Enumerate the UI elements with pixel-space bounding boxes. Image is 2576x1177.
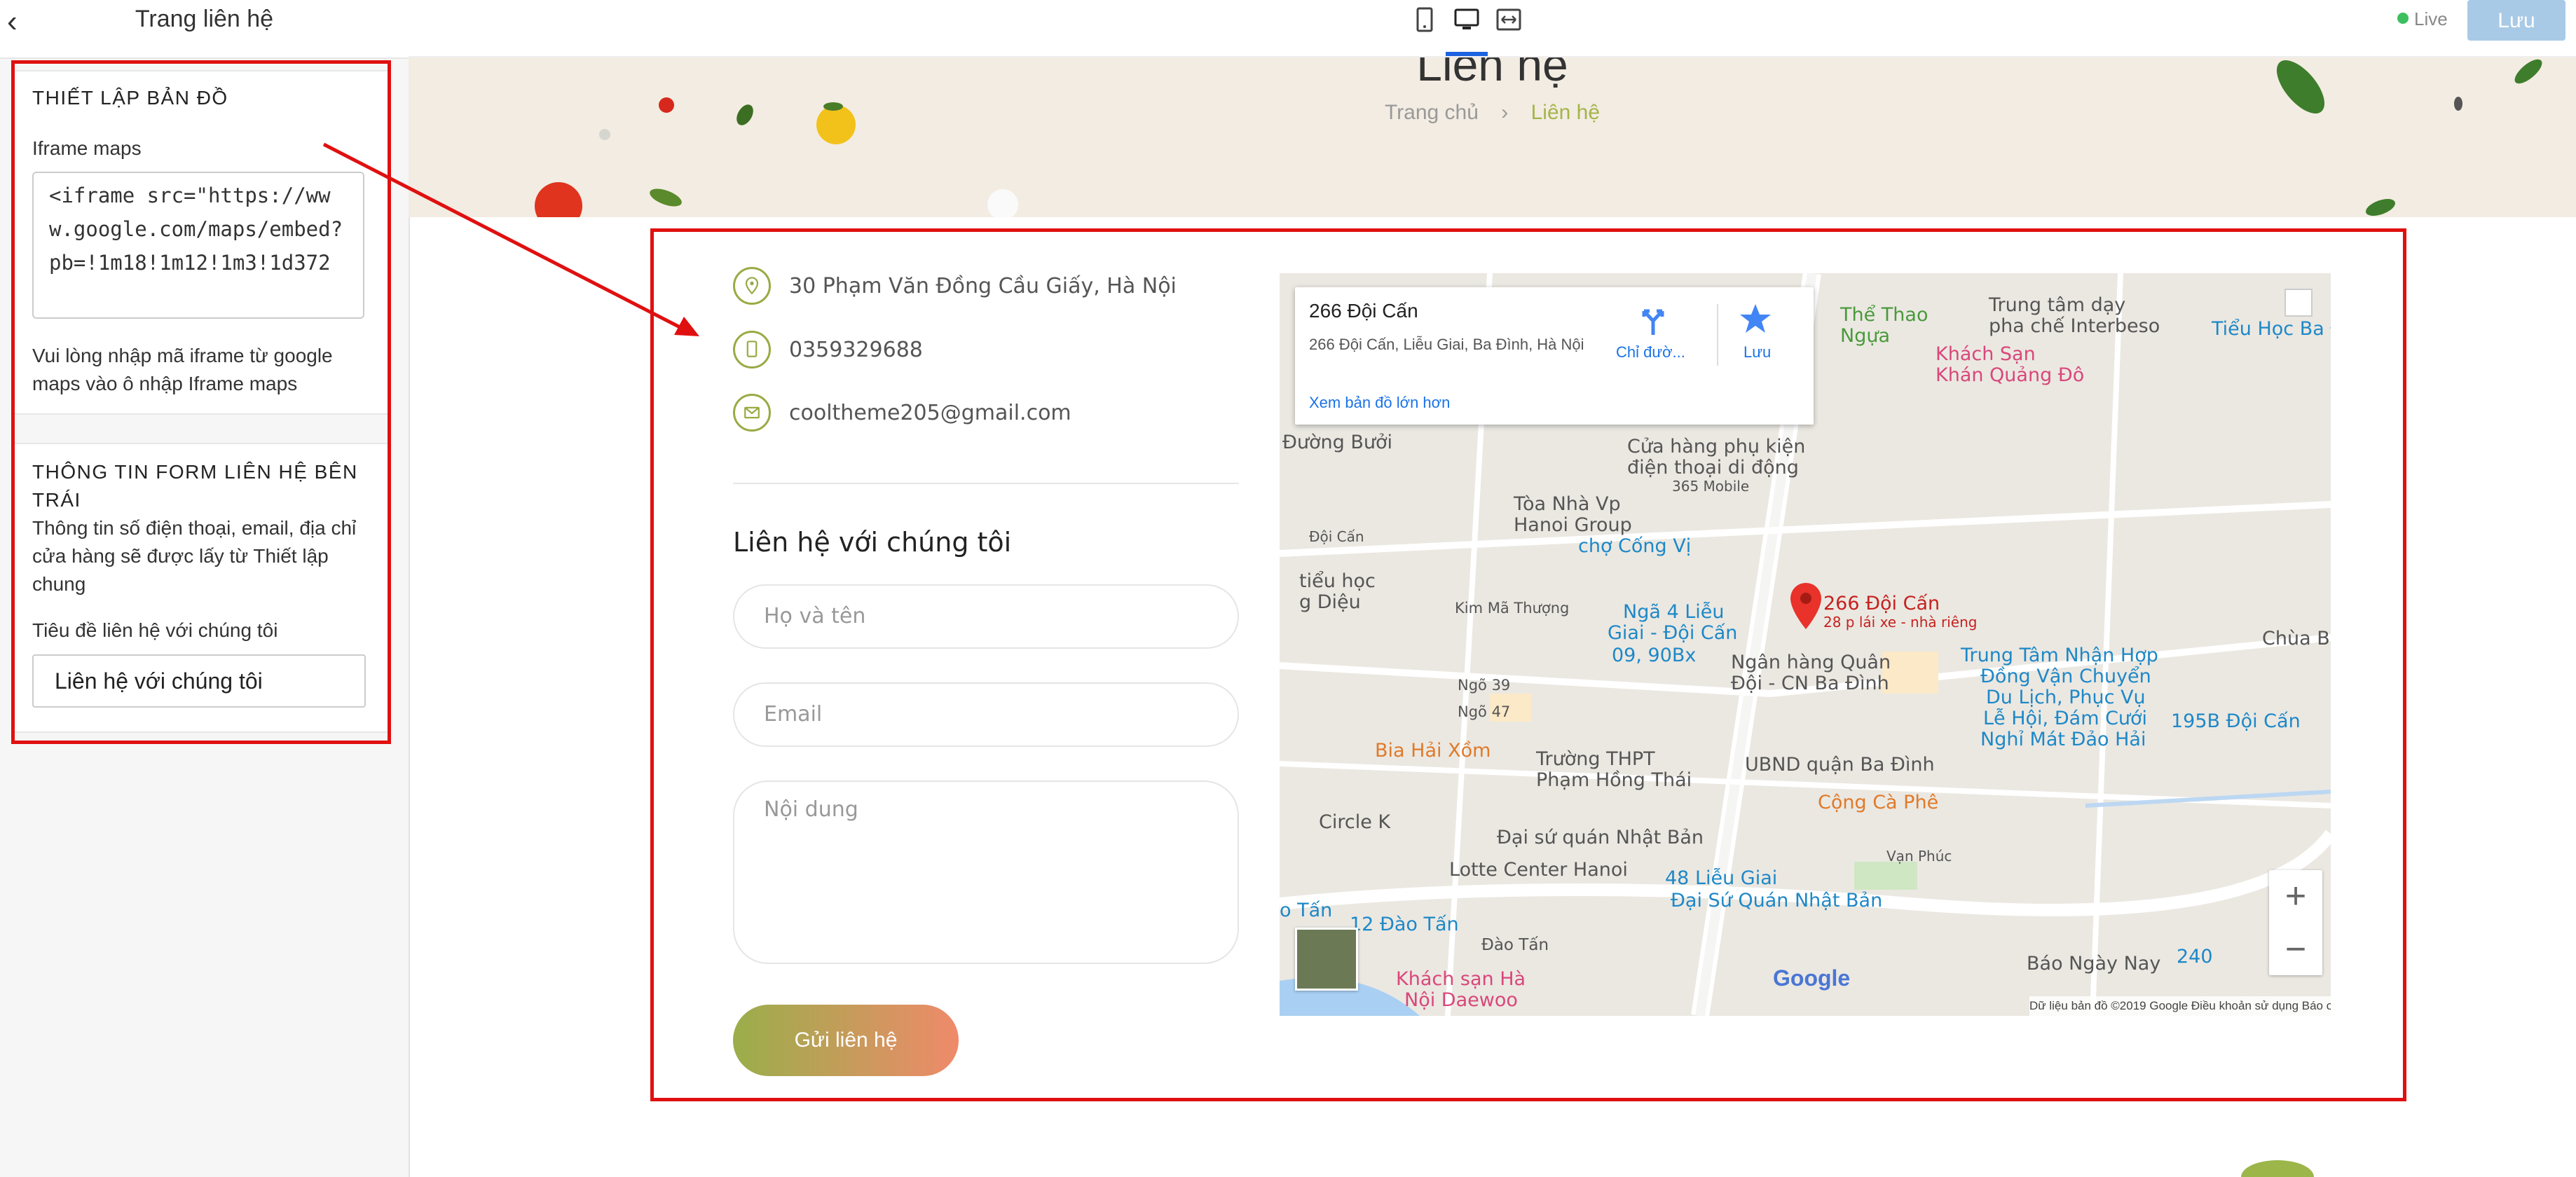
save-button[interactable]: Lưu bbox=[2467, 0, 2565, 41]
live-status-label: Live bbox=[2414, 8, 2448, 29]
mobile-view-icon[interactable] bbox=[1411, 6, 1439, 34]
settings-sidebar: ‹ Trang liên hệ THIẾT LẬP BẢN ĐỒ Iframe … bbox=[0, 0, 410, 1177]
top-toolbar: Live Lưu bbox=[409, 0, 2576, 57]
decorative-leaf-icon bbox=[2241, 1160, 2314, 1177]
sidebar-header: ‹ Trang liên hệ bbox=[0, 0, 409, 59]
banner-decoration-icon bbox=[535, 59, 2542, 217]
page-banner: Liên hệ Trang chủ › Liên hệ bbox=[409, 57, 2576, 217]
active-view-indicator bbox=[1446, 52, 1488, 56]
highlight-box-settings bbox=[11, 60, 391, 744]
sidebar-title: Trang liên hệ bbox=[135, 6, 274, 32]
fullwidth-view-icon[interactable] bbox=[1495, 6, 1523, 34]
desktop-view-icon[interactable] bbox=[1453, 6, 1481, 34]
live-status-icon bbox=[2397, 13, 2409, 24]
highlight-box-preview bbox=[650, 228, 2406, 1101]
